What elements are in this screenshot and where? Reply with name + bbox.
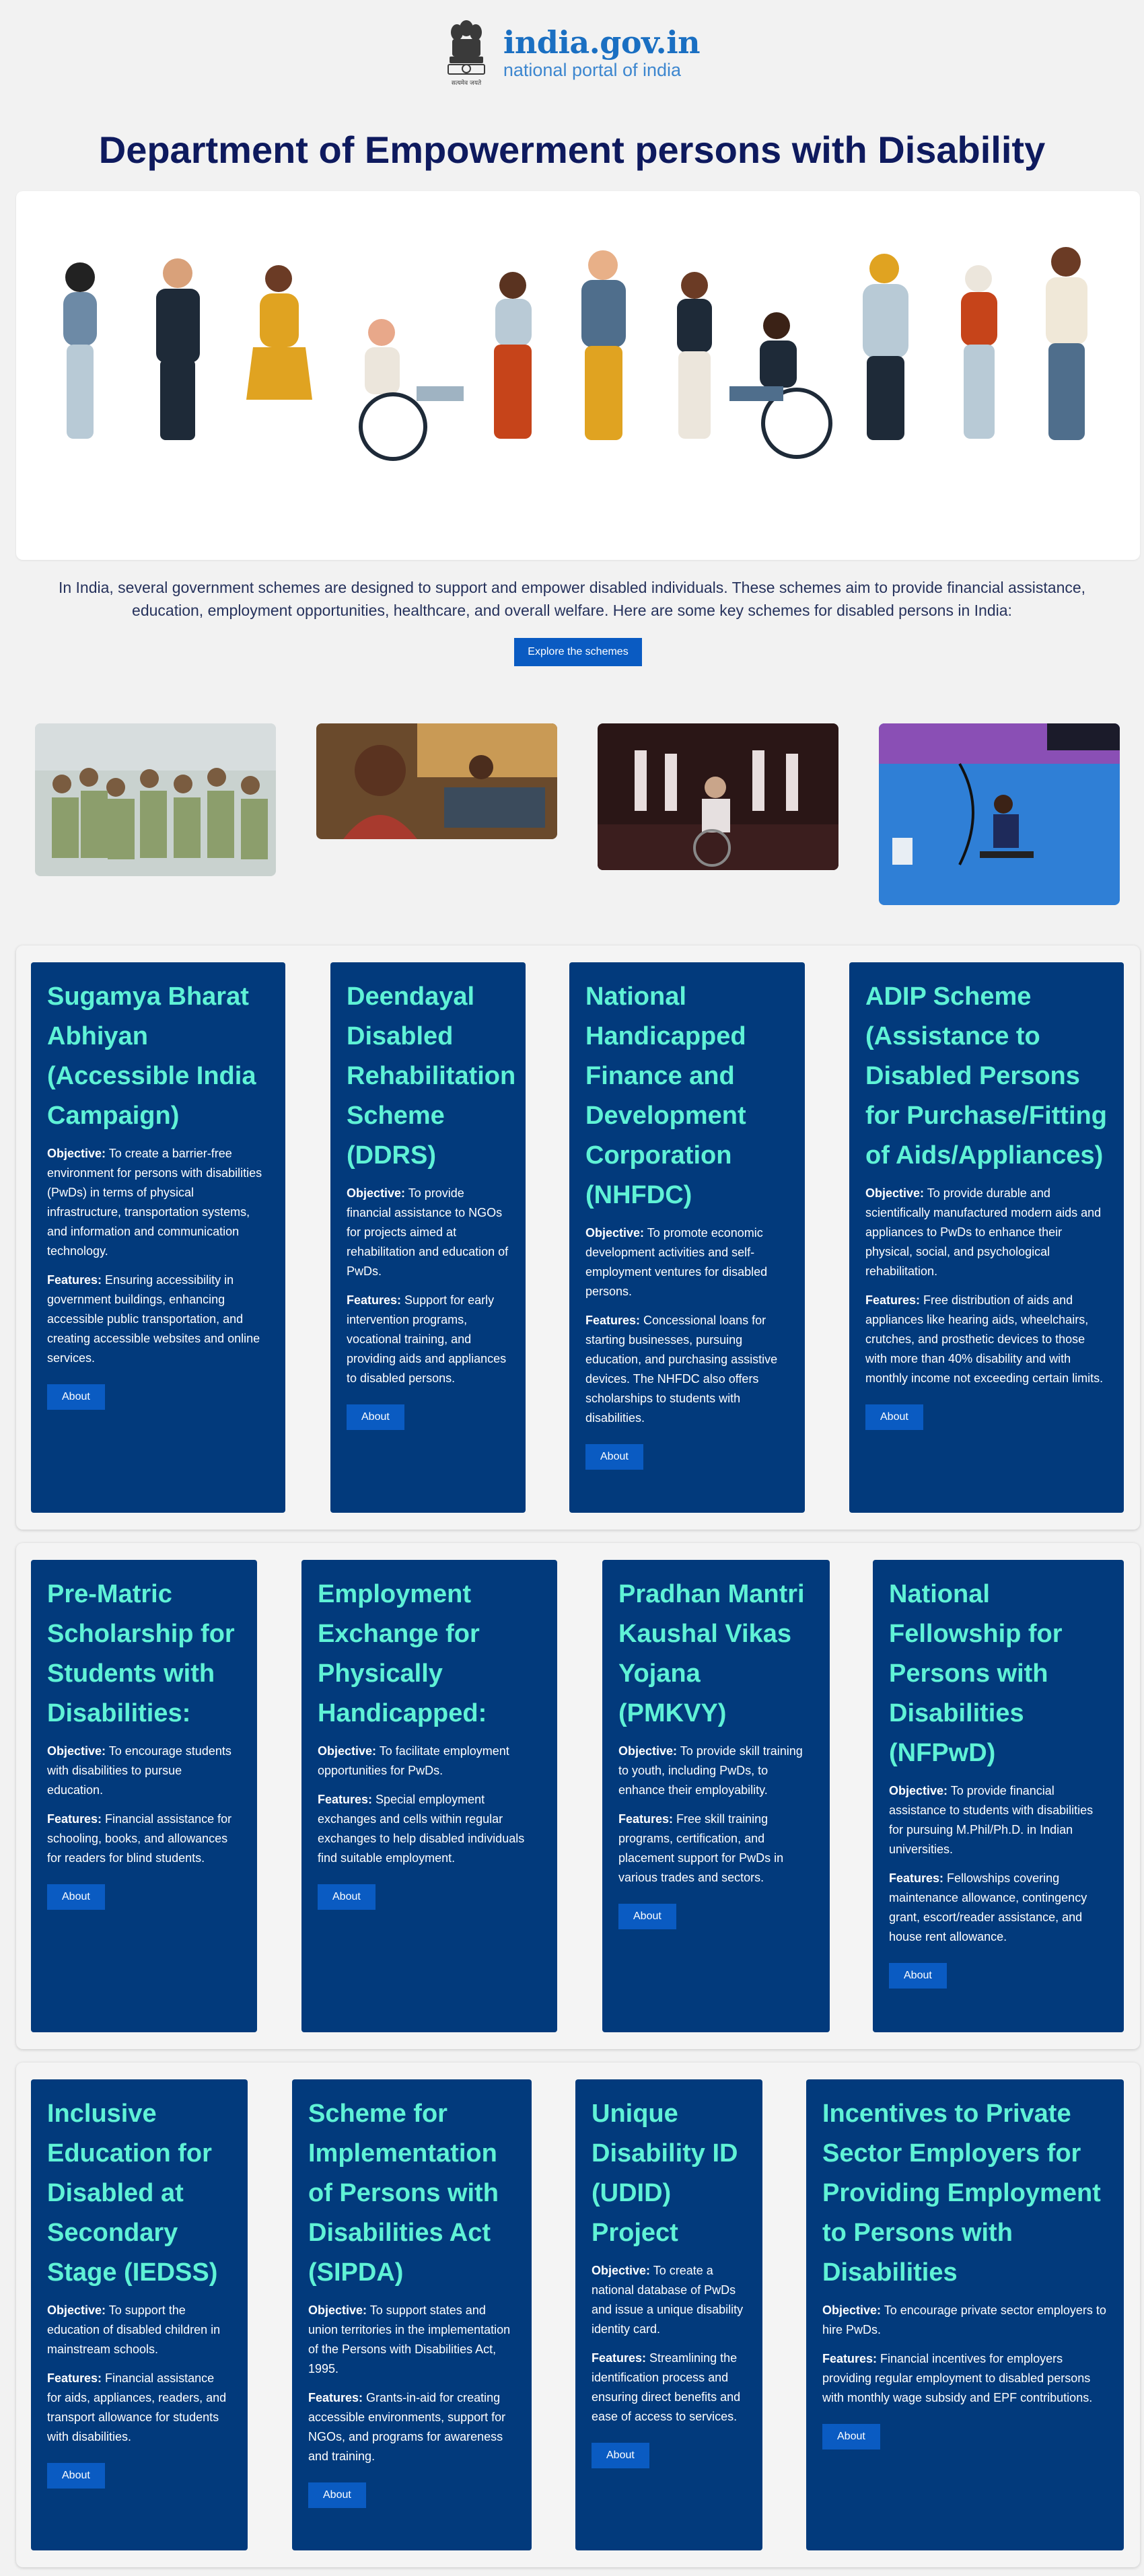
scheme-features: Concessional loans for starting business… [585,1314,778,1425]
scheme-objective: To provide financial assistance to NGOs … [347,1186,509,1278]
about-button[interactable]: About [585,1444,643,1470]
scheme-card: Sugamya Bharat Abhiyan (Accessible India… [31,962,285,1513]
national-emblem-icon: सत्यमेव जयते [447,20,485,87]
scheme-objective: To provide durable and scientifically ma… [865,1186,1102,1278]
scheme-title: Deendayal Disabled Rehabilitation Scheme… [347,982,516,1170]
scheme-card: Pre-Matric Scholarship for Students with… [31,1560,257,2032]
about-button[interactable]: About [347,1404,404,1430]
scheme-card: Scheme for Implementation of Persons wit… [292,2079,532,2550]
scheme-features: Ensuring accessibility in government bui… [47,1273,260,1365]
fashion-show-image [598,723,838,870]
para-archery-image [879,723,1120,905]
about-button[interactable]: About [308,2482,366,2508]
scheme-title: ADIP Scheme (Assistance to Disabled Pers… [865,982,1107,1170]
scheme-card: National Fellowship for Persons with Dis… [873,1560,1124,2032]
scheme-title: Incentives to Private Sector Employers f… [822,2100,1101,2287]
brand-tagline: national portal of india [503,60,682,80]
scheme-title: National Fellowship for Persons with Dis… [889,1580,1063,1767]
scheme-objective: To create a barrier-free environment for… [47,1147,262,1258]
explore-schemes-button[interactable]: Explore the schemes [514,638,642,666]
scheme-card: Pradhan Mantri Kaushal Vikas Yojana (PMK… [602,1560,830,2032]
scheme-title: Employment Exchange for Physically Handi… [318,1580,487,1727]
about-button[interactable]: About [318,1884,376,1910]
page-title: Department of Empowerment persons with D… [98,129,1046,171]
scheme-card: ADIP Scheme (Assistance to Disabled Pers… [849,962,1124,1513]
scheme-features: Free distribution of aids and appliances… [865,1293,1104,1385]
brand-name: india.gov.in [503,24,701,61]
scheme-card: Employment Exchange for Physically Handi… [301,1560,557,2032]
scheme-title: National Handicapped Finance and Develop… [585,982,746,1209]
site-logo[interactable]: सत्यमेव जयते india.gov.in national porta… [0,15,1144,90]
about-button[interactable]: About [47,1384,105,1410]
about-button[interactable]: About [47,2463,105,2489]
intro-text: In India, several government schemes are… [58,579,1086,619]
scheme-card: Incentives to Private Sector Employers f… [806,2079,1124,2550]
group-photo-image [35,723,276,876]
scheme-title: Scheme for Implementation of Persons wit… [308,2100,499,2287]
about-button[interactable]: About [47,1884,105,1910]
scheme-title: Inclusive Education for Disabled at Seco… [47,2100,218,2287]
about-button[interactable]: About [822,2424,880,2449]
scheme-features: Support for early intervention programs,… [347,1293,507,1385]
scheme-title: Pradhan Mantri Kaushal Vikas Yojana (PMK… [618,1580,805,1727]
students-computer-lab-image [316,723,557,839]
svg-text:सत्यमेव जयते: सत्यमेव जयते [452,79,482,87]
about-button[interactable]: About [592,2443,649,2468]
scheme-title: Pre-Matric Scholarship for Students with… [47,1580,235,1727]
scheme-card: Unique Disability ID (UDID) Project Obje… [575,2079,762,2550]
scheme-card: National Handicapped Finance and Develop… [569,962,805,1513]
about-button[interactable]: About [865,1404,923,1430]
scheme-card: Inclusive Education for Disabled at Seco… [31,2079,248,2550]
about-button[interactable]: About [618,1904,676,1929]
scheme-title: Unique Disability ID (UDID) Project [592,2100,738,2247]
scheme-card: Deendayal Disabled Rehabilitation Scheme… [330,962,526,1513]
about-button[interactable]: About [889,1963,947,1989]
hero-illustration [16,191,1140,560]
scheme-title: Sugamya Bharat Abhiyan (Accessible India… [47,982,256,1130]
